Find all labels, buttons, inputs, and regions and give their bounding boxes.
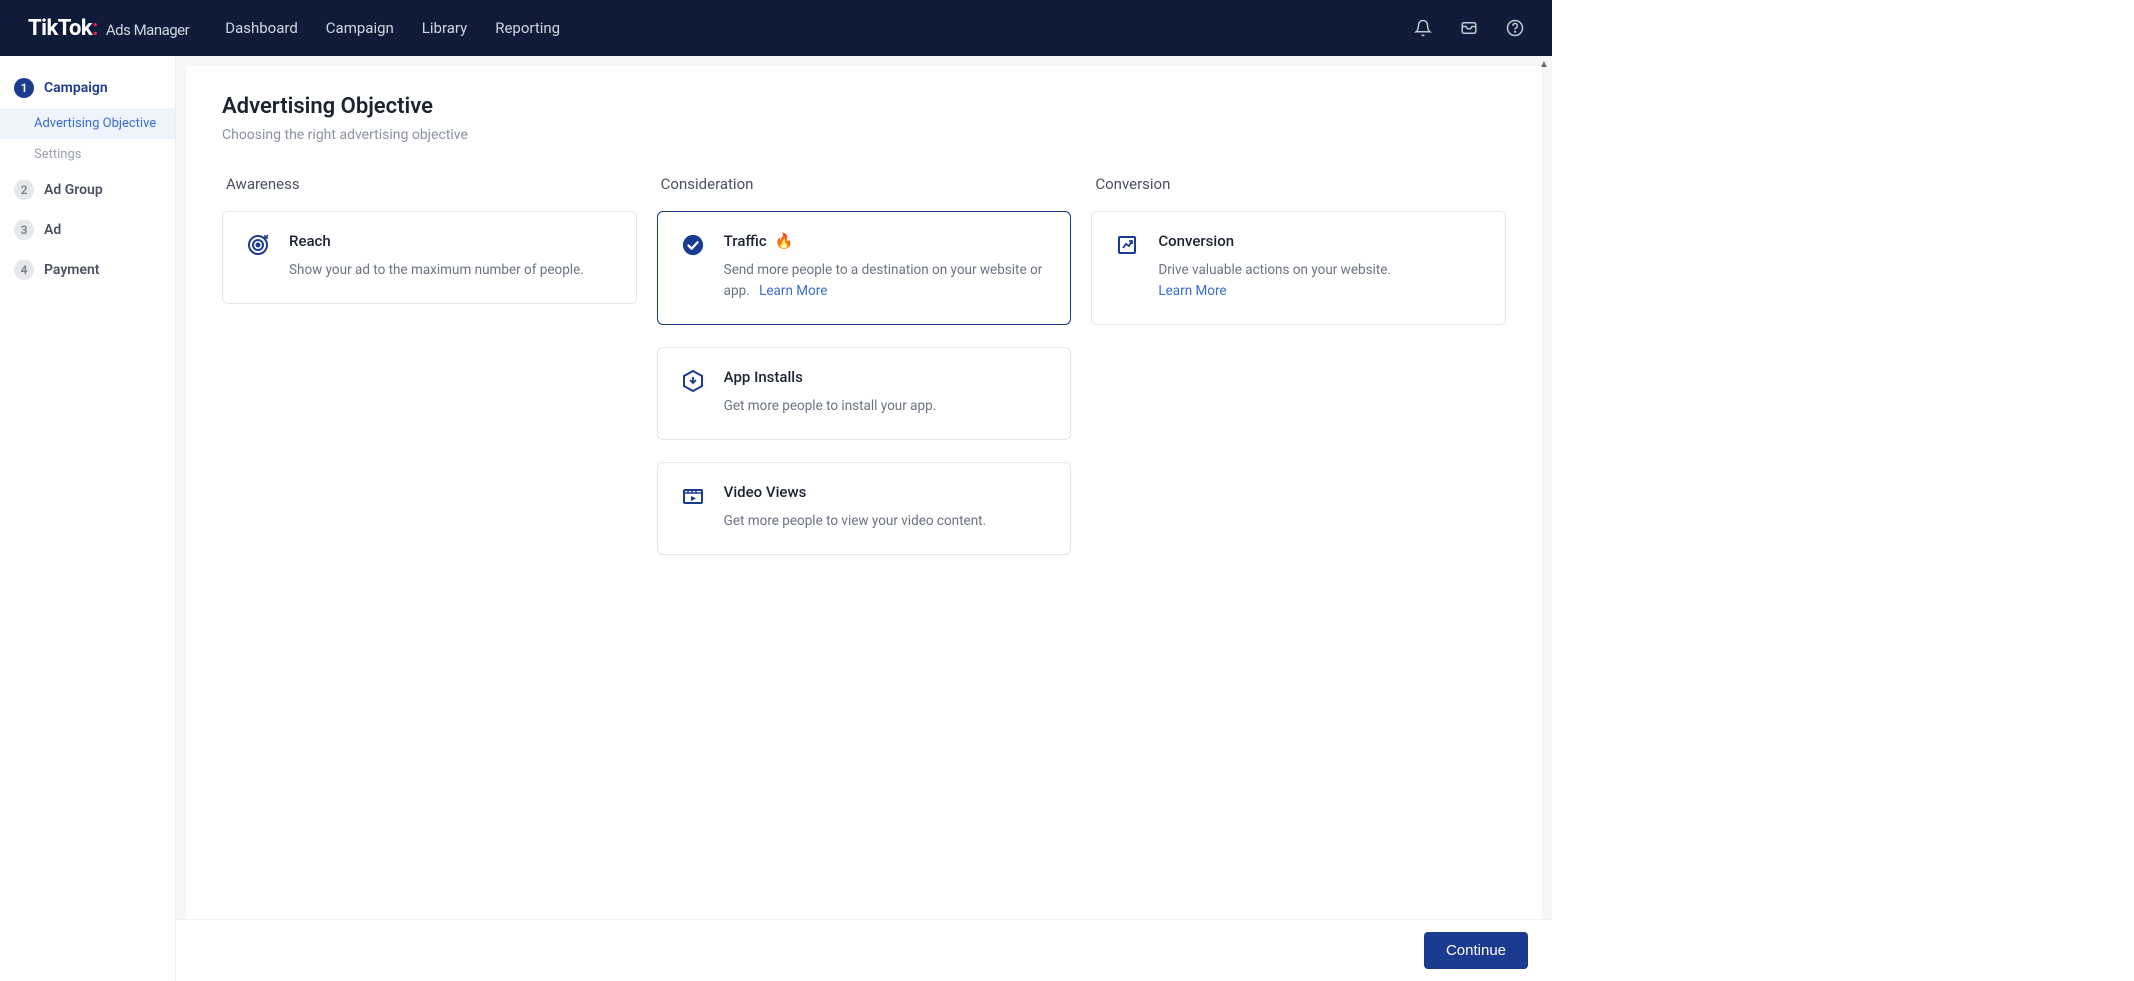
card-desc-text: Drive valuable actions on your website. [1158,262,1391,278]
header-left: TikTok: Ads Manager Dashboard Campaign L… [28,16,560,41]
card-title: Conversion [1158,232,1483,250]
page-title: Advertising Objective [222,94,1506,119]
card-body: Traffic 🔥 Send more people to a destinat… [724,232,1049,302]
help-icon[interactable] [1506,19,1524,37]
nav-dashboard[interactable]: Dashboard [225,19,298,37]
step-campaign[interactable]: 1 Campaign [0,68,175,108]
card-app-installs[interactable]: App Installs Get more people to install … [657,347,1072,440]
card-title-text: Reach [289,232,331,250]
card-body: Reach Show your ad to the maximum number… [289,232,614,281]
card-body: Video Views Get more people to view your… [724,483,1049,532]
step-label: Campaign [44,80,108,96]
col-header: Conversion [1091,175,1506,193]
continue-button[interactable]: Continue [1424,932,1528,969]
col-conversion: Conversion Conversion Drive valuable act… [1091,175,1506,577]
logo-text: TikTok [28,16,92,41]
step-label: Ad [44,222,61,238]
card-title: App Installs [724,368,1049,386]
inbox-icon[interactable] [1460,19,1478,37]
nav-reporting[interactable]: Reporting [495,19,560,37]
check-icon [680,232,706,258]
hex-icon [680,368,706,394]
step-payment[interactable]: 4 Payment [0,250,175,290]
step-ad-group[interactable]: 2 Ad Group [0,170,175,210]
card-conversion[interactable]: Conversion Drive valuable actions on you… [1091,211,1506,325]
step-badge: 3 [14,220,34,240]
learn-more-link[interactable]: Learn More [759,283,827,299]
logo-dot-red: : [92,16,98,41]
step-ad[interactable]: 3 Ad [0,210,175,250]
card-title-text: Conversion [1158,232,1234,250]
card-title-text: App Installs [724,368,803,386]
step-label: Ad Group [44,182,103,198]
body-wrap: 1 Campaign Advertising Objective Setting… [0,56,1552,981]
step-badge: 4 [14,260,34,280]
card-desc: Get more people to install your app. [724,396,1049,417]
card-desc: Send more people to a destination on you… [724,260,1049,302]
card-reach[interactable]: Reach Show your ad to the maximum number… [222,211,637,304]
step-badge: 1 [14,78,34,98]
card-traffic[interactable]: Traffic 🔥 Send more people to a destinat… [657,211,1072,325]
page-subtitle: Choosing the right advertising objective [222,127,1506,143]
substep-advertising-objective[interactable]: Advertising Objective [0,108,175,139]
main-area: Advertising Objective Choosing the right… [176,56,1552,981]
card-desc: Show your ad to the maximum number of pe… [289,260,614,281]
card-title: Video Views [724,483,1049,501]
target-icon [245,232,271,258]
objective-columns: Awareness Reach Show your ad to the maxi… [222,175,1506,577]
card-body: App Installs Get more people to install … [724,368,1049,417]
col-awareness: Awareness Reach Show your ad to the maxi… [222,175,637,577]
tiktok-logo[interactable]: TikTok: Ads Manager [28,16,189,41]
video-icon [680,483,706,509]
main-scroll[interactable]: Advertising Objective Choosing the right… [186,66,1542,981]
card-desc: Drive valuable actions on your website. … [1158,260,1483,302]
substep-settings[interactable]: Settings [0,139,175,170]
col-header: Consideration [657,175,1072,193]
bell-icon[interactable] [1414,19,1432,37]
footer-bar: Continue [176,919,1552,981]
scroll-up-arrow[interactable]: ▲ [1538,58,1550,70]
chart-icon [1114,232,1140,258]
logo-subtitle: Ads Manager [106,21,189,39]
learn-more-link[interactable]: Learn More [1158,283,1226,299]
card-video-views[interactable]: Video Views Get more people to view your… [657,462,1072,555]
header-right [1414,19,1524,37]
step-badge: 2 [14,180,34,200]
card-title-text: Traffic [724,232,767,250]
step-label: Payment [44,262,100,278]
card-body: Conversion Drive valuable actions on you… [1158,232,1483,302]
sidebar: 1 Campaign Advertising Objective Setting… [0,56,176,981]
card-title: Traffic 🔥 [724,232,1049,250]
card-title: Reach [289,232,614,250]
nav-campaign[interactable]: Campaign [326,19,394,37]
nav-library[interactable]: Library [422,19,467,37]
card-title-text: Video Views [724,483,807,501]
top-nav: Dashboard Campaign Library Reporting [225,19,560,37]
col-consideration: Consideration Traffic 🔥 Send more people [657,175,1072,577]
col-header: Awareness [222,175,637,193]
top-header: TikTok: Ads Manager Dashboard Campaign L… [0,0,1552,56]
fire-icon: 🔥 [775,232,794,250]
card-desc: Get more people to view your video conte… [724,511,1049,532]
